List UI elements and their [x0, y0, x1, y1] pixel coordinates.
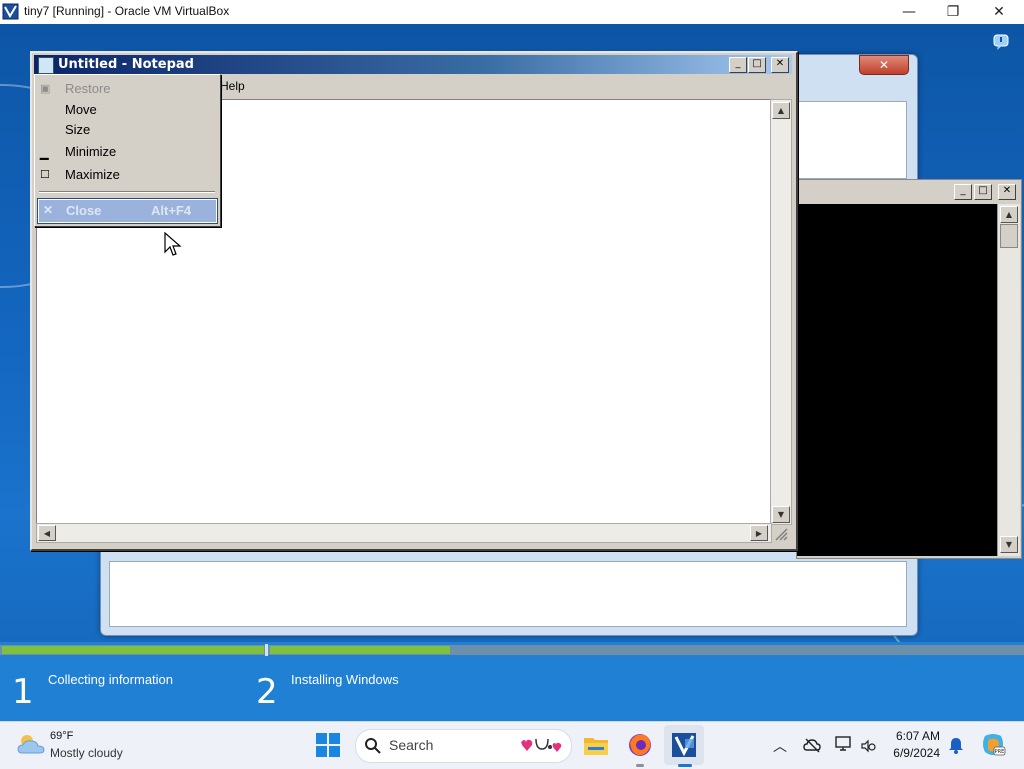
menu-item-close[interactable]: ✕ Close Alt+F4: [37, 198, 218, 224]
notification-bell-icon[interactable]: [948, 736, 964, 754]
menu-item-size[interactable]: Size: [35, 120, 220, 140]
menu-item-label: Restore: [65, 81, 111, 96]
windows-start-icon[interactable]: [314, 731, 342, 759]
clock-time[interactable]: 6:07 AM: [880, 729, 940, 743]
menu-item-minimize[interactable]: ▁ Minimize: [35, 142, 220, 162]
search-icon: [365, 738, 381, 754]
volume-muted-icon[interactable]: [860, 738, 876, 754]
copilot-icon[interactable]: PRE: [980, 732, 1006, 758]
progress-segment-2: [270, 646, 450, 654]
notepad-close-button[interactable]: ✕: [771, 57, 789, 73]
weather-condition[interactable]: Mostly cloudy: [50, 746, 123, 760]
active-indicator: [678, 764, 692, 767]
system-menu: ▣ Restore Move Size ▁ Minimize ☐ Maximiz…: [34, 74, 221, 227]
step-number: 2: [256, 672, 278, 712]
size-grip-icon[interactable]: [772, 525, 788, 541]
notepad-horizontal-scrollbar[interactable]: ◀ ▶: [36, 523, 772, 543]
setup-content-pane: [109, 561, 907, 627]
notification-balloon-icon[interactable]: [992, 33, 1010, 51]
menu-item-maximize[interactable]: ☐ Maximize: [35, 165, 220, 185]
search-placeholder: Search: [389, 737, 434, 753]
scroll-thumb[interactable]: [1000, 224, 1018, 248]
console-minimize-button[interactable]: _: [954, 184, 972, 200]
maximize-icon: ☐: [40, 169, 50, 181]
host-minimize-button[interactable]: —: [886, 0, 932, 24]
progress-segment-1: [2, 646, 264, 654]
window-title: tiny7 [Running] - Oracle VM VirtualBox: [24, 4, 230, 18]
taskbar-search-box[interactable]: Search: [355, 729, 572, 763]
console-output[interactable]: [797, 204, 997, 556]
menu-separator: [39, 191, 215, 193]
console-window: _ □ ✕ ▲ ▼: [796, 179, 1022, 559]
menu-item-restore[interactable]: ▣ Restore: [35, 79, 220, 99]
scroll-down-arrow-icon[interactable]: ▼: [1000, 536, 1018, 553]
console-titlebar[interactable]: _ □ ✕: [797, 180, 1021, 202]
virtualbox-icon: [2, 3, 19, 20]
vbox-titlebar: tiny7 [Running] - Oracle VM VirtualBox —…: [0, 0, 1024, 25]
clock-date[interactable]: 6/9/2024: [880, 746, 940, 760]
console-close-button[interactable]: ✕: [998, 184, 1016, 200]
scroll-down-arrow-icon[interactable]: ▼: [772, 506, 790, 523]
scroll-up-arrow-icon[interactable]: ▲: [1000, 206, 1018, 223]
firefox-icon[interactable]: [626, 731, 654, 759]
minimize-icon: ▁: [40, 148, 49, 160]
cloud-sun-icon[interactable]: [16, 732, 46, 756]
host-taskbar: 69°F Mostly cloudy Search ︿ 6:07 AM 6/9/…: [0, 721, 1024, 769]
scroll-right-arrow-icon[interactable]: ▶: [750, 525, 768, 541]
host-restore-button[interactable]: ❐: [930, 0, 976, 24]
setup-close-button[interactable]: ✕: [859, 55, 909, 75]
menu-item-label: Minimize: [65, 144, 117, 159]
progress-divider: [265, 644, 268, 656]
menu-item-label: Move: [65, 102, 97, 117]
menu-item-label: Size: [65, 122, 91, 137]
guest-desktop: ✕ _ □ ✕ ▲ ▼ Untitled - Notepad _ □ ✕ Hel…: [0, 24, 1024, 721]
notepad-vertical-scrollbar[interactable]: ▲ ▼: [770, 99, 792, 525]
menu-item-label: Close: [66, 203, 102, 218]
menu-item-move[interactable]: Move: [35, 100, 220, 120]
mouse-cursor-icon: [164, 232, 182, 256]
notepad-maximize-button[interactable]: □: [748, 57, 766, 73]
close-icon: ✕: [43, 203, 54, 217]
onedrive-cloud-icon[interactable]: [803, 736, 821, 754]
network-display-icon[interactable]: [835, 735, 853, 753]
step-number: 1: [12, 672, 34, 712]
svg-text:PRE: PRE: [995, 749, 1005, 755]
menu-accelerator: Alt+F4: [151, 203, 192, 218]
running-indicator: [636, 764, 644, 767]
console-maximize-button[interactable]: □: [974, 184, 992, 200]
menu-help[interactable]: Help: [220, 79, 245, 93]
scroll-up-arrow-icon[interactable]: ▲: [772, 102, 790, 119]
scroll-left-arrow-icon[interactable]: ◀: [38, 525, 56, 541]
notepad-icon[interactable]: [38, 57, 54, 74]
notepad-minimize-button[interactable]: _: [729, 57, 747, 73]
host-close-button[interactable]: ✕: [976, 0, 1022, 24]
notepad-title: Untitled - Notepad: [58, 57, 194, 72]
console-scrollbar[interactable]: ▲ ▼: [997, 204, 1020, 556]
restore-icon: ▣: [40, 83, 51, 95]
step-label: Installing Windows: [291, 672, 399, 687]
search-highlight-hearts-icon: [521, 738, 562, 752]
menu-item-label: Maximize: [65, 167, 120, 182]
weather-temperature[interactable]: 69°F: [50, 730, 73, 742]
virtualbox-taskbar-icon[interactable]: [670, 731, 698, 759]
notepad-titlebar[interactable]: Untitled - Notepad _ □ ✕: [34, 55, 792, 74]
step-label: Collecting information: [48, 672, 174, 687]
file-explorer-icon[interactable]: [582, 731, 610, 759]
show-hidden-icons-chevron-icon[interactable]: ︿: [773, 736, 787, 756]
